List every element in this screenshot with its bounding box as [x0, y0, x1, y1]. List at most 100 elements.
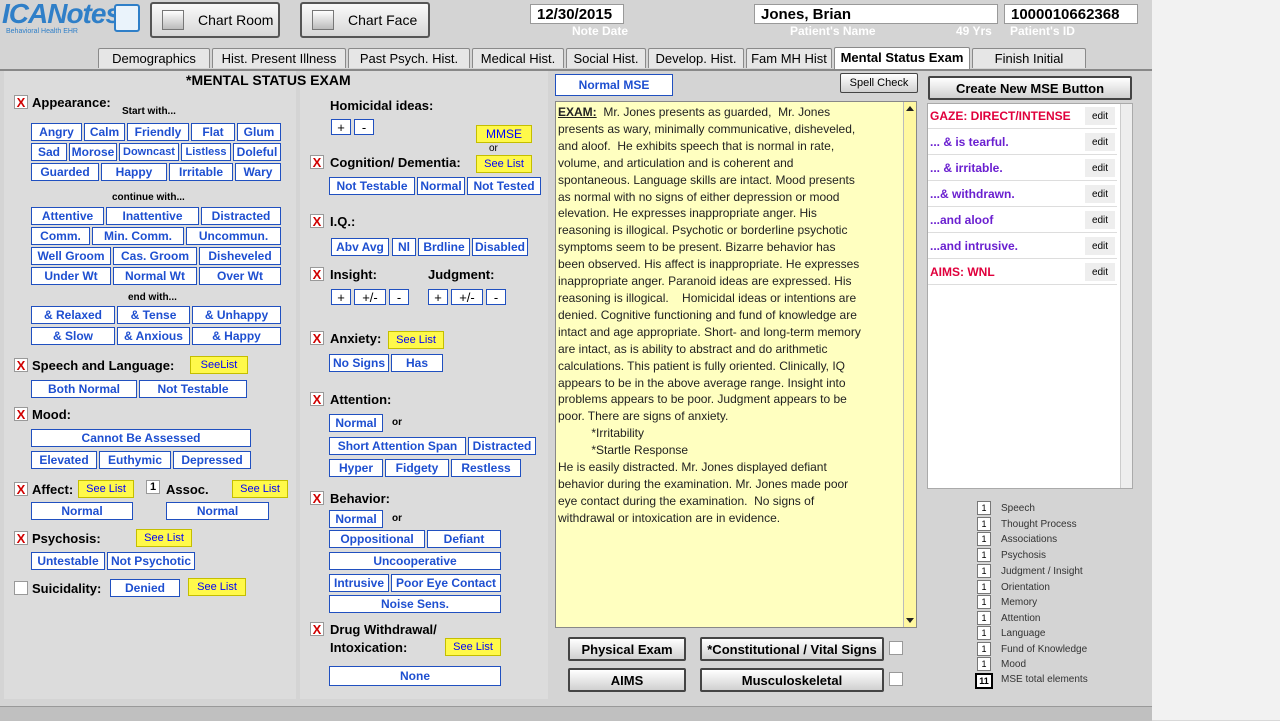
insight-minus-button[interactable]: -	[389, 289, 409, 305]
appearance-happy-button[interactable]: Happy	[101, 163, 167, 181]
assoc-normal-button[interactable]: Normal	[166, 502, 269, 520]
tab-past-psych-history[interactable]: Past Psych. Hist.	[348, 48, 470, 68]
iq-checkbox[interactable]: X	[310, 214, 324, 228]
aims-button[interactable]: AIMS	[568, 668, 686, 692]
appearance-checkbox[interactable]: X	[14, 95, 28, 109]
iq-borderline-button[interactable]: Brdline	[418, 238, 470, 256]
tab-finish-initial[interactable]: Finish Initial	[972, 48, 1086, 68]
appearance-glum-button[interactable]: Glum	[237, 123, 281, 141]
insight-plus-minus-button[interactable]: +/-	[354, 289, 386, 305]
psychosis-checkbox[interactable]: X	[14, 531, 28, 545]
appearance-wary-button[interactable]: Wary	[235, 163, 281, 181]
appearance-sad-button[interactable]: Sad	[31, 143, 67, 161]
appearance-flat-button[interactable]: Flat	[191, 123, 235, 141]
attention-normal-button[interactable]: Normal	[329, 414, 383, 432]
affect-see-list-button[interactable]: See List	[78, 480, 134, 498]
speech-see-list-button[interactable]: SeeList	[190, 356, 248, 374]
drug-see-list-button[interactable]: See List	[445, 638, 501, 656]
mse-button-row[interactable]: ... & irritable. edit	[928, 156, 1117, 181]
iq-above-avg-button[interactable]: Abv Avg	[331, 238, 389, 256]
mood-elevated-button[interactable]: Elevated	[31, 451, 97, 469]
mood-cannot-assess-button[interactable]: Cannot Be Assessed	[31, 429, 251, 447]
drug-none-button[interactable]: None	[329, 666, 501, 686]
scroll-up-arrow-icon[interactable]	[906, 106, 914, 111]
mse-edit-button[interactable]: edit	[1085, 263, 1115, 281]
insight-checkbox[interactable]: X	[310, 267, 324, 281]
attention-restless-button[interactable]: Restless	[451, 459, 521, 477]
assoc-see-list-button[interactable]: See List	[232, 480, 288, 498]
tab-develop-history[interactable]: Develop. Hist.	[648, 48, 744, 68]
appearance-uncommun-button[interactable]: Uncommun.	[186, 227, 281, 245]
appearance-inattentive-button[interactable]: Inattentive	[106, 207, 199, 225]
appearance-attentive-button[interactable]: Attentive	[31, 207, 104, 225]
homicidal-plus-button[interactable]: +	[331, 119, 351, 135]
psychosis-not-psychotic-button[interactable]: Not Psychotic	[107, 552, 195, 570]
spell-check-button[interactable]: Spell Check	[840, 73, 918, 93]
speech-checkbox[interactable]: X	[14, 358, 28, 372]
iq-nl-button[interactable]: Nl	[392, 238, 416, 256]
behavior-poor-eye-contact-button[interactable]: Poor Eye Contact	[391, 574, 501, 592]
appearance-happy2-button[interactable]: & Happy	[192, 327, 281, 345]
mse-list-scrollbar[interactable]	[1120, 104, 1132, 488]
mse-button-row[interactable]: ... & is tearful. edit	[928, 130, 1117, 155]
tab-history-present-illness[interactable]: Hist. Present Illness	[212, 48, 346, 68]
mse-edit-button[interactable]: edit	[1085, 211, 1115, 229]
physical-exam-button[interactable]: Physical Exam	[568, 637, 686, 661]
note-date-field[interactable]: 12/30/2015	[530, 4, 624, 24]
appearance-morose-button[interactable]: Morose	[69, 143, 117, 161]
scroll-down-arrow-icon[interactable]	[906, 618, 914, 623]
tab-mental-status-exam[interactable]: Mental Status Exam	[834, 47, 970, 69]
speech-not-testable-button[interactable]: Not Testable	[139, 380, 247, 398]
musculoskeletal-button[interactable]: Musculoskeletal	[700, 668, 884, 692]
mse-button-row[interactable]: ...and aloof edit	[928, 208, 1117, 233]
suicidality-see-list-button[interactable]: See List	[188, 578, 246, 596]
appearance-anxious-button[interactable]: & Anxious	[117, 327, 190, 345]
attention-short-span-button[interactable]: Short Attention Span	[329, 437, 466, 455]
appearance-disheveled-button[interactable]: Disheveled	[199, 247, 281, 265]
anxiety-no-signs-button[interactable]: No Signs	[329, 354, 389, 372]
appearance-normal-wt-button[interactable]: Normal Wt	[113, 267, 197, 285]
chart-face-button[interactable]: Chart Face	[300, 2, 430, 38]
appearance-over-wt-button[interactable]: Over Wt	[199, 267, 281, 285]
behavior-checkbox[interactable]: X	[310, 491, 324, 505]
drug-checkbox[interactable]: X	[310, 622, 324, 636]
mood-checkbox[interactable]: X	[14, 407, 28, 421]
anxiety-checkbox[interactable]: X	[310, 331, 324, 345]
constitutional-checkbox[interactable]	[889, 641, 903, 655]
behavior-oppositional-button[interactable]: Oppositional	[329, 530, 425, 548]
judgment-plus-button[interactable]: +	[428, 289, 448, 305]
exam-text-area[interactable]: EXAM: Mr. Jones presents as guarded, Mr.…	[555, 101, 917, 628]
mse-edit-button[interactable]: edit	[1085, 159, 1115, 177]
cognition-see-list-button[interactable]: See List	[476, 155, 532, 173]
anxiety-see-list-button[interactable]: See List	[388, 331, 444, 349]
anxiety-has-button[interactable]: Has	[391, 354, 443, 372]
attention-checkbox[interactable]: X	[310, 392, 324, 406]
mood-depressed-button[interactable]: Depressed	[173, 451, 251, 469]
affect-normal-button[interactable]: Normal	[31, 502, 133, 520]
suicidality-checkbox[interactable]	[14, 581, 28, 595]
attention-hyper-button[interactable]: Hyper	[329, 459, 383, 477]
tab-family-mh-history[interactable]: Fam MH Hist	[746, 48, 832, 68]
assoc-count-box[interactable]: 1	[146, 480, 160, 494]
behavior-normal-button[interactable]: Normal	[329, 510, 383, 528]
appearance-friendly-button[interactable]: Friendly	[127, 123, 189, 141]
behavior-noise-sens-button[interactable]: Noise Sens.	[329, 595, 501, 613]
musculoskeletal-checkbox[interactable]	[889, 672, 903, 686]
psychosis-untestable-button[interactable]: Untestable	[31, 552, 105, 570]
appearance-tense-button[interactable]: & Tense	[117, 306, 190, 324]
create-new-mse-button[interactable]: Create New MSE Button	[928, 76, 1132, 100]
iq-disabled-button[interactable]: Disabled	[472, 238, 528, 256]
mmse-button[interactable]: MMSE	[476, 125, 532, 143]
appearance-slow-button[interactable]: & Slow	[31, 327, 115, 345]
appearance-cas-groom-button[interactable]: Cas. Groom	[113, 247, 197, 265]
mse-button-row[interactable]: ...and intrusive. edit	[928, 234, 1117, 259]
behavior-defiant-button[interactable]: Defiant	[427, 530, 501, 548]
cognition-not-testable-button[interactable]: Not Testable	[329, 177, 415, 195]
attention-fidgety-button[interactable]: Fidgety	[385, 459, 449, 477]
homicidal-minus-button[interactable]: -	[354, 119, 374, 135]
affect-checkbox[interactable]: X	[14, 482, 28, 496]
mse-button-row[interactable]: ...& withdrawn. edit	[928, 182, 1117, 207]
appearance-downcast-button[interactable]: Downcast	[119, 143, 179, 161]
appearance-under-wt-button[interactable]: Under Wt	[31, 267, 111, 285]
behavior-uncooperative-button[interactable]: Uncooperative	[329, 552, 501, 570]
